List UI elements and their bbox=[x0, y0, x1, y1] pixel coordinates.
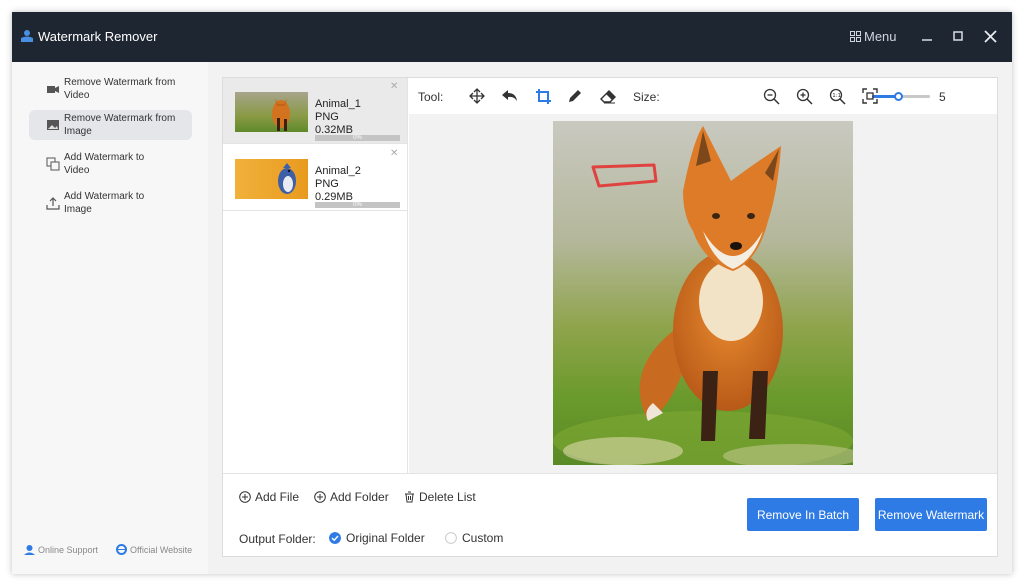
delete-list-button[interactable]: Delete List bbox=[404, 490, 476, 504]
slider-handle[interactable] bbox=[894, 92, 904, 101]
crop-icon bbox=[535, 88, 551, 104]
add-file-button[interactable]: Add File bbox=[239, 490, 299, 504]
app-window: Watermark Remover Menu Remove Watermark bbox=[12, 12, 1012, 574]
sidebar-item-label: Add Watermark to Image bbox=[64, 191, 145, 215]
fit-screen-icon bbox=[862, 88, 878, 104]
sidebar-item-add-video[interactable]: Add Watermark to Video bbox=[29, 149, 192, 179]
crop-tool-button[interactable] bbox=[533, 86, 553, 106]
original-folder-label: Original Folder bbox=[346, 531, 425, 545]
bottom-panel: Add File Add Folder Delete List Output F… bbox=[223, 473, 997, 556]
add-folder-button[interactable]: Add Folder bbox=[314, 490, 389, 504]
actual-size-icon: 1:1 bbox=[829, 88, 846, 105]
tool-label: Tool: bbox=[418, 90, 444, 104]
sidebar: Remove Watermark from Video Remove Water… bbox=[12, 62, 208, 574]
sidebar-item-add-image[interactable]: Add Watermark to Image bbox=[29, 188, 192, 218]
video-remove-icon bbox=[47, 86, 59, 93]
close-icon bbox=[983, 29, 997, 43]
zoom-out-button[interactable] bbox=[761, 86, 781, 106]
support-icon bbox=[24, 545, 35, 555]
move-icon bbox=[469, 88, 485, 104]
file-name: Animal_2 bbox=[315, 165, 361, 177]
minimize-button[interactable] bbox=[916, 25, 938, 47]
grid-icon bbox=[850, 31, 861, 42]
brush-tool-button[interactable] bbox=[565, 86, 585, 106]
image-canvas[interactable] bbox=[409, 114, 997, 473]
file-type: PNG bbox=[315, 178, 339, 190]
list-item[interactable]: Animal_1 PNG 0.32MB ✕ 0% bbox=[223, 78, 407, 144]
progress-bar: 0% bbox=[315, 135, 400, 141]
output-folder-label: Output Folder: bbox=[239, 532, 316, 546]
globe-icon bbox=[116, 544, 127, 555]
plus-circle-icon bbox=[314, 491, 326, 503]
app-title: Watermark Remover bbox=[38, 29, 158, 44]
fox-image[interactable] bbox=[553, 121, 853, 465]
eraser-icon bbox=[599, 90, 616, 104]
upload-icon bbox=[46, 197, 60, 210]
remove-in-batch-button[interactable]: Remove In Batch bbox=[747, 498, 859, 531]
file-type: PNG bbox=[315, 111, 339, 123]
pencil-icon bbox=[569, 90, 581, 102]
sidebar-item-label: Add Watermark to Video bbox=[64, 152, 145, 176]
remove-file-button[interactable]: ✕ bbox=[390, 81, 398, 92]
remove-file-button[interactable]: ✕ bbox=[390, 148, 398, 159]
menu-button[interactable]: Menu bbox=[850, 29, 897, 44]
custom-folder-radio[interactable]: Custom bbox=[445, 531, 503, 545]
sidebar-item-label: Remove Watermark from Image bbox=[64, 113, 176, 137]
add-file-label: Add File bbox=[255, 490, 300, 504]
official-website-label: Official Website bbox=[130, 544, 193, 555]
app-logo-icon bbox=[21, 30, 33, 42]
online-support-label: Online Support bbox=[38, 544, 99, 555]
list-item[interactable]: Animal_2 PNG 0.29MB ✕ 0% bbox=[223, 145, 407, 211]
add-folder-label: Add Folder bbox=[330, 490, 389, 504]
official-website-link[interactable]: Official Website bbox=[116, 544, 192, 555]
undo-button[interactable] bbox=[500, 86, 520, 106]
brush-size-slider[interactable] bbox=[872, 92, 930, 101]
eraser-tool-button[interactable] bbox=[598, 86, 618, 106]
fox-thumbnail bbox=[235, 92, 308, 132]
zoom-out-icon bbox=[763, 88, 780, 105]
file-list: Animal_1 PNG 0.32MB ✕ 0% Animal_2 PNG 0.… bbox=[223, 78, 408, 473]
maximize-button[interactable] bbox=[947, 25, 969, 47]
close-button[interactable] bbox=[979, 25, 1001, 47]
video-add-icon bbox=[46, 157, 60, 171]
size-label: Size: bbox=[633, 90, 660, 104]
file-name: Animal_1 bbox=[315, 98, 361, 110]
zoom-in-icon bbox=[796, 88, 813, 105]
trash-icon bbox=[405, 491, 414, 503]
size-value: 5 bbox=[939, 90, 946, 104]
minimize-icon bbox=[922, 39, 932, 41]
remove-watermark-button[interactable]: Remove Watermark bbox=[875, 498, 987, 531]
sidebar-item-remove-image[interactable]: Remove Watermark from Image bbox=[29, 110, 192, 140]
unchecked-radio-icon bbox=[445, 532, 457, 544]
svg-text:1:1: 1:1 bbox=[832, 93, 841, 99]
bird-thumbnail bbox=[235, 159, 308, 199]
fit-screen-button[interactable] bbox=[860, 86, 880, 106]
delete-list-label: Delete List bbox=[419, 490, 476, 504]
main-panel: Animal_1 PNG 0.32MB ✕ 0% Animal_2 PNG 0.… bbox=[222, 77, 998, 557]
custom-label: Custom bbox=[462, 531, 504, 545]
checked-radio-icon bbox=[329, 532, 341, 544]
move-tool-button[interactable] bbox=[467, 86, 487, 106]
zoom-in-button[interactable] bbox=[794, 86, 814, 106]
title-bar: Watermark Remover Menu bbox=[12, 12, 1012, 62]
online-support-link[interactable]: Online Support bbox=[24, 544, 98, 555]
progress-bar: 0% bbox=[315, 202, 400, 208]
actual-size-button[interactable]: 1:1 bbox=[827, 86, 847, 106]
maximize-icon bbox=[953, 31, 963, 41]
original-folder-radio[interactable]: Original Folder bbox=[329, 531, 425, 545]
plus-circle-icon bbox=[239, 491, 251, 503]
toolbar: Tool: Size: 5 1:1 bbox=[409, 78, 997, 114]
menu-label: Menu bbox=[864, 29, 897, 44]
undo-icon bbox=[502, 90, 517, 101]
sidebar-item-label: Remove Watermark from Video bbox=[64, 77, 176, 101]
image-remove-icon bbox=[47, 120, 59, 130]
sidebar-item-remove-video[interactable]: Remove Watermark from Video bbox=[29, 74, 192, 104]
